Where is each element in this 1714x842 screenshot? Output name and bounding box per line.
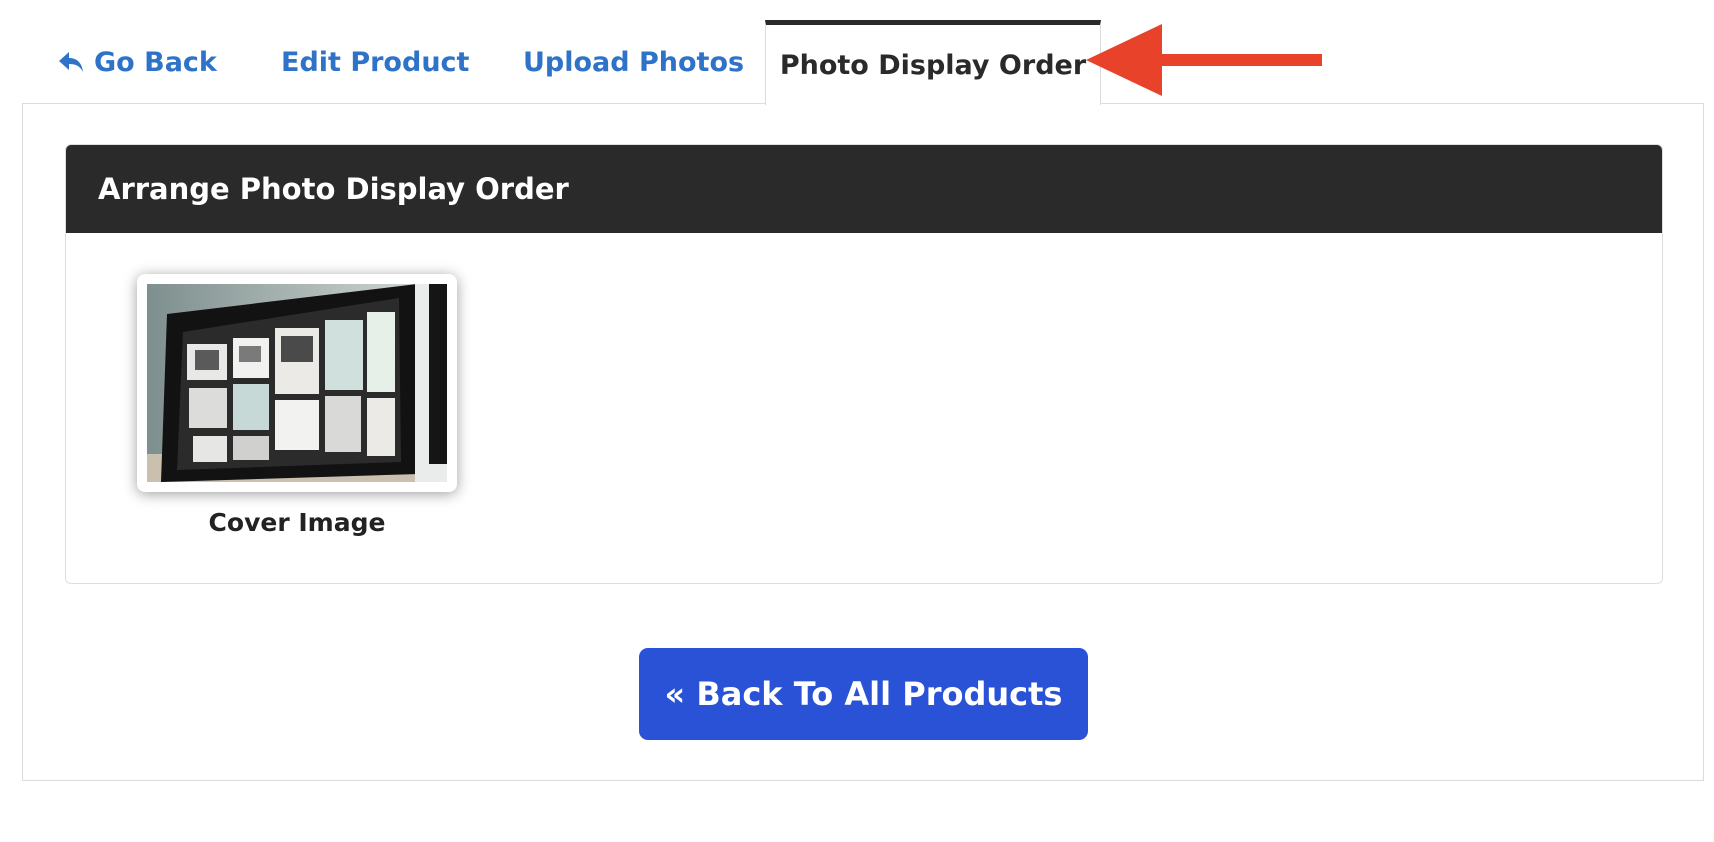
tab-upload-photos[interactable]: Upload Photos — [523, 20, 744, 104]
content-panel: Arrange Photo Display Order Cover Image … — [22, 103, 1704, 781]
monitor-photo — [147, 284, 447, 482]
tab-bar: Go Back Edit Product Upload Photos Photo… — [22, 20, 1702, 105]
tab-upload-photos-label: Upload Photos — [523, 46, 745, 78]
arrange-card: Arrange Photo Display Order Cover Image — [65, 144, 1663, 584]
tab-photo-display-order-label: Photo Display Order — [779, 49, 1087, 81]
photo-thumbnail[interactable] — [137, 274, 457, 492]
back-to-all-products-button[interactable]: « Back To All Products — [639, 648, 1088, 740]
card-header: Arrange Photo Display Order — [66, 145, 1662, 233]
tab-edit-product-label: Edit Product — [281, 46, 470, 78]
tab-go-back[interactable]: Go Back — [56, 20, 217, 104]
tab-photo-display-order[interactable]: Photo Display Order — [765, 20, 1101, 105]
reply-arrow-icon — [59, 52, 83, 72]
tab-edit-product[interactable]: Edit Product — [281, 20, 469, 104]
photo-caption: Cover Image — [208, 508, 386, 537]
tab-go-back-label: Go Back — [94, 46, 217, 78]
card-title: Arrange Photo Display Order — [98, 172, 569, 206]
photo-item[interactable]: Cover Image — [137, 274, 457, 537]
red-arrow-icon — [1086, 24, 1322, 96]
